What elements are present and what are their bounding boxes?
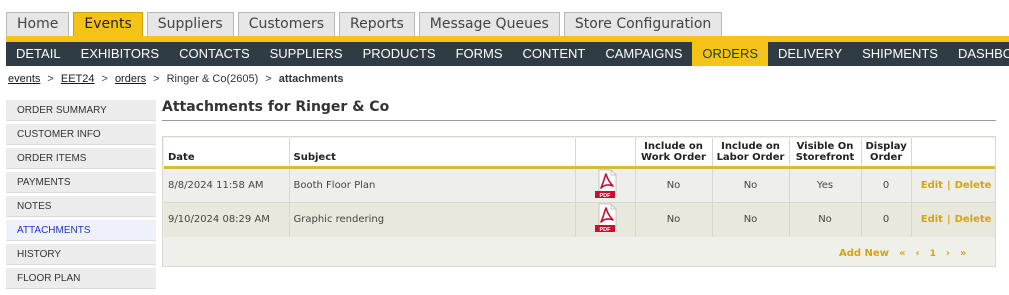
breadcrumb: events > EET24 > orders > Ringer & Co(26… (8, 73, 344, 85)
header-visible-storefront[interactable]: Visible On Storefront (788, 138, 861, 169)
first-page-icon[interactable]: « (899, 248, 905, 259)
sidebar: ORDER SUMMARY CUSTOMER INFO ORDER ITEMS … (6, 100, 156, 292)
breadcrumb-separator: > (153, 73, 160, 85)
tab-reports[interactable]: Reports (339, 12, 415, 36)
tab-home[interactable]: Home (6, 12, 70, 36)
main-nav: DETAIL EXHIBITORS CONTACTS SUPPLIERS PRO… (6, 42, 1009, 66)
cell-file: PDF (574, 167, 635, 203)
nav-exhibitors[interactable]: EXHIBITORS (71, 42, 170, 66)
breadcrumb-event-link[interactable]: EET24 (61, 73, 95, 85)
breadcrumb-order: Ringer & Co(2605) (166, 73, 259, 85)
nav-forms[interactable]: FORMS (446, 42, 513, 66)
sidebar-item-customer-info[interactable]: CUSTOMER INFO (6, 124, 156, 145)
action-separator: | (946, 214, 951, 226)
header-display-order[interactable]: Display Order (860, 138, 912, 169)
cell-visible-storefront: Yes (788, 167, 861, 203)
cell-display-order: 0 (860, 202, 912, 237)
header-date[interactable]: Date (164, 138, 289, 169)
cell-subject: Booth Floor Plan (288, 167, 575, 203)
cell-actions: Edit | Delete (910, 202, 995, 237)
pdf-badge-label: PDF (600, 192, 612, 198)
table-row: 8/8/2024 11:58 AM Booth Floor Plan PDF N… (164, 167, 995, 203)
cell-date: 8/8/2024 11:58 AM (164, 167, 289, 203)
breadcrumb-current: attachments (278, 73, 344, 85)
nav-products[interactable]: PRODUCTS (353, 42, 446, 66)
prev-page-icon[interactable]: ‹ (915, 248, 919, 259)
tab-store-configuration[interactable]: Store Configuration (563, 12, 723, 36)
tab-events[interactable]: Events (73, 12, 143, 36)
action-separator: | (946, 179, 951, 191)
breadcrumb-events-link[interactable]: events (8, 73, 40, 85)
nav-shipments[interactable]: SHIPMENTS (852, 42, 948, 66)
header-include-labor-order[interactable]: Include on Labor Order (711, 138, 789, 169)
cell-actions: Edit | Delete (910, 167, 995, 203)
cell-date: 9/10/2024 08:29 AM (164, 202, 289, 237)
header-file (574, 138, 635, 169)
nav-delivery[interactable]: DELIVERY (768, 42, 852, 66)
tab-suppliers[interactable]: Suppliers (146, 12, 234, 36)
sidebar-item-order-items[interactable]: ORDER ITEMS (6, 148, 156, 169)
table-row: 9/10/2024 08:29 AM Graphic rendering PDF… (164, 202, 995, 237)
nav-dashboard[interactable]: DASHBOARD (948, 42, 1009, 66)
nav-content[interactable]: CONTENT (513, 42, 596, 66)
add-new-link[interactable]: Add New (839, 248, 889, 259)
sidebar-item-floor-plan[interactable]: FLOOR PLAN (6, 268, 156, 289)
cell-include-labor-order: No (711, 167, 789, 203)
delete-link[interactable]: Delete (955, 180, 992, 191)
top-tab-bar: Home Events Suppliers Customers Reports … (6, 12, 726, 36)
nav-contacts[interactable]: CONTACTS (169, 42, 260, 66)
sidebar-item-notes[interactable]: NOTES (6, 196, 156, 217)
edit-link[interactable]: Edit (921, 180, 943, 191)
nav-suppliers[interactable]: SUPPLIERS (260, 42, 353, 66)
pdf-file-icon[interactable]: PDF (592, 203, 618, 236)
cell-file: PDF (574, 202, 635, 237)
title-divider (162, 120, 996, 121)
last-page-icon[interactable]: » (960, 248, 966, 259)
edit-link[interactable]: Edit (921, 214, 943, 225)
sidebar-item-history[interactable]: HISTORY (6, 244, 156, 265)
breadcrumb-separator: > (47, 73, 54, 85)
sidebar-item-attachments[interactable]: ATTACHMENTS (6, 220, 156, 241)
pdf-badge-label: PDF (600, 227, 612, 233)
sidebar-item-order-summary[interactable]: ORDER SUMMARY (6, 100, 156, 121)
breadcrumb-orders-link[interactable]: orders (115, 73, 146, 85)
tab-message-queues[interactable]: Message Queues (418, 12, 560, 36)
header-include-work-order[interactable]: Include on Work Order (634, 138, 712, 169)
cell-include-work-order: No (634, 167, 712, 203)
cell-include-labor-order: No (711, 202, 789, 237)
nav-detail[interactable]: DETAIL (6, 42, 71, 66)
next-page-icon[interactable]: › (946, 248, 950, 259)
tab-customers[interactable]: Customers (237, 12, 336, 36)
nav-orders[interactable]: ORDERS (692, 42, 769, 66)
cell-visible-storefront: No (788, 202, 861, 237)
header-actions (910, 138, 995, 169)
page-number[interactable]: 1 (930, 249, 936, 259)
pdf-file-icon[interactable]: PDF (592, 169, 618, 202)
table-footer: Add New « ‹ 1 › » (163, 245, 995, 265)
cell-display-order: 0 (860, 167, 912, 203)
page-title: Attachments for Ringer & Co (162, 99, 390, 115)
breadcrumb-separator: > (101, 73, 108, 85)
pager: « ‹ 1 › » (899, 248, 976, 259)
cell-subject: Graphic rendering (288, 202, 575, 237)
header-subject[interactable]: Subject (288, 138, 575, 169)
sidebar-item-payments[interactable]: PAYMENTS (6, 172, 156, 193)
cell-include-work-order: No (634, 202, 712, 237)
attachments-panel: Date Subject Include on Work Order Inclu… (162, 136, 996, 267)
delete-link[interactable]: Delete (955, 214, 992, 225)
table-header-row: Date Subject Include on Work Order Inclu… (164, 138, 995, 169)
breadcrumb-separator: > (265, 73, 272, 85)
nav-campaigns[interactable]: CAMPAIGNS (595, 42, 692, 66)
attachments-table: Date Subject Include on Work Order Inclu… (164, 138, 995, 237)
